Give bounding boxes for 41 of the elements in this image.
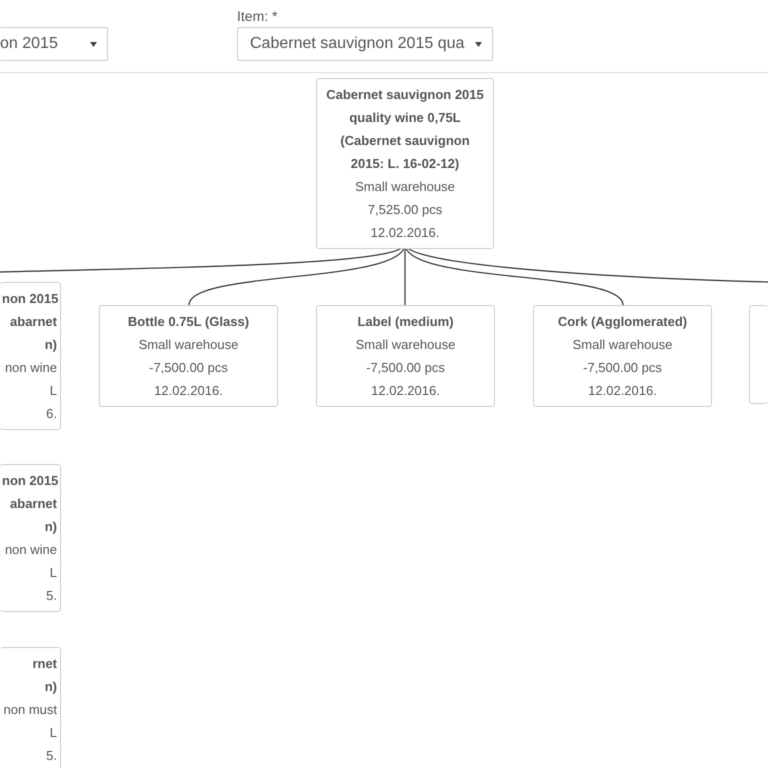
node-title: Cabernet sauvignon 2015 [325, 86, 485, 104]
node-title: Cork (Agglomerated) [556, 313, 688, 331]
node-detail: -7,500.00 pcs [365, 359, 446, 377]
select-field[interactable]: on 2015 [0, 27, 108, 61]
node-detail: 6. [45, 405, 57, 423]
node-title: 2015: L. 16-02-12) [350, 155, 460, 173]
select-field[interactable]: Cabernet sauvignon 2015 qua [237, 27, 493, 61]
node-title: rnet [31, 655, 57, 673]
node-detail: 5. [45, 587, 57, 605]
node-detail: non wine [4, 359, 57, 377]
node-detail: 12.02.2016. [370, 224, 440, 242]
node-detail: Small warehouse [572, 336, 674, 354]
node-detail: L [48, 724, 57, 742]
node-title: abarnet [9, 495, 57, 513]
node-title: n) [44, 518, 57, 536]
node-title: abarnet [9, 313, 57, 331]
node-title: Bottle 0.75L (Glass) [126, 313, 250, 331]
node-detail: -7,500.00 pcs [582, 359, 663, 377]
node-title: Label (medium) [356, 313, 455, 331]
node-detail: L [48, 382, 57, 400]
node-detail: 12.02.2016. [370, 382, 441, 400]
node-detail: L [48, 564, 57, 582]
node-detail: Small warehouse [138, 336, 240, 354]
node-detail: 5. [45, 747, 57, 765]
node-detail: non wine [4, 541, 57, 559]
node-detail: 12.02.2016. [587, 382, 658, 400]
node-detail: 12.02.2016. [153, 382, 224, 400]
node-title: n) [44, 678, 57, 696]
node-title: n) [44, 336, 57, 354]
caret-icon [90, 42, 97, 46]
node-detail: Small warehouse [354, 336, 456, 354]
field-label: Item: * [237, 7, 278, 26]
node-detail: Small warehouse [354, 178, 456, 196]
node-title: (Cabernet sauvignon [339, 132, 471, 150]
node-detail: non must [2, 701, 57, 719]
node-detail: -7,500.00 pcs [148, 359, 229, 377]
node-title: quality wine 0,75L [348, 109, 462, 127]
node-detail: 7,525.00 pcs [366, 201, 444, 219]
node-title: non 2015 [2, 472, 57, 490]
caret-icon [475, 42, 482, 46]
node-title: non 2015 [2, 290, 57, 308]
